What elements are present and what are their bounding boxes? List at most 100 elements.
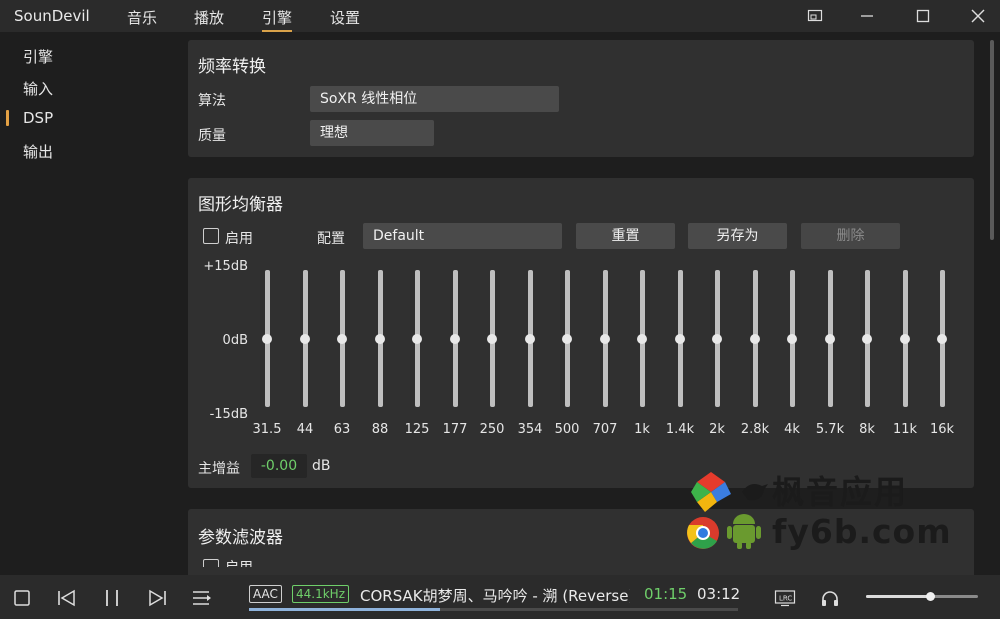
- eq-band-label: 1.4k: [665, 422, 695, 437]
- mini-mode-button[interactable]: [802, 4, 828, 28]
- preset-select[interactable]: Default: [363, 223, 562, 249]
- eq-enable-checkbox[interactable]: [203, 228, 219, 244]
- eq-band-thumb[interactable]: [900, 334, 910, 344]
- param-filter-title: 参数滤波器: [198, 528, 283, 548]
- eq-band-thumb[interactable]: [787, 334, 797, 344]
- algorithm-label: 算法: [198, 93, 226, 109]
- eq-band-label: 125: [404, 422, 430, 437]
- maximize-icon: [916, 9, 930, 23]
- minimize-button[interactable]: [854, 4, 880, 28]
- volume-thumb[interactable]: [925, 592, 935, 601]
- sidebar-item-dsp[interactable]: DSP: [23, 109, 53, 127]
- eq-band-thumb[interactable]: [675, 334, 685, 344]
- stop-button[interactable]: [11, 587, 33, 609]
- save-as-button[interactable]: 另存为: [688, 223, 787, 249]
- previous-button[interactable]: [56, 587, 78, 609]
- app-title: SounDevil: [14, 7, 90, 25]
- eq-band-label: 250: [479, 422, 505, 437]
- eq-band-thumb[interactable]: [937, 334, 947, 344]
- db-top-label: +15dB: [203, 259, 248, 274]
- master-gain-unit: dB: [312, 458, 331, 474]
- master-gain-value[interactable]: -0.00: [251, 454, 307, 478]
- progress-bar[interactable]: [249, 608, 738, 611]
- eq-band-label: 354: [517, 422, 543, 437]
- track-title: CORSAK胡梦周、马吟吟 - 溯 (Reverse): [360, 587, 630, 605]
- eq-band-label: 2.8k: [740, 422, 770, 437]
- bird-watermark-icon: [742, 484, 768, 501]
- stop-icon: [14, 590, 30, 606]
- sidebar-item-engine[interactable]: 引擎: [23, 46, 53, 67]
- delete-button[interactable]: 删除: [801, 223, 900, 249]
- menu-playback[interactable]: 播放: [194, 7, 224, 28]
- lyrics-button[interactable]: LRC: [774, 587, 796, 609]
- eq-band-thumb[interactable]: [600, 334, 610, 344]
- eq-band-label: 707: [592, 422, 618, 437]
- volume-fill: [866, 595, 930, 598]
- eq-band-label: 11k: [892, 422, 918, 437]
- sidebar-item-output[interactable]: 输出: [23, 141, 53, 162]
- total-time: 03:12: [697, 585, 741, 603]
- eq-title: 图形均衡器: [198, 195, 283, 215]
- playlist-icon: [193, 591, 211, 605]
- eq-band-label: 63: [333, 422, 351, 437]
- volume-slider[interactable]: [866, 592, 978, 601]
- eq-band-label: 177: [442, 422, 468, 437]
- eq-band-thumb[interactable]: [262, 334, 272, 344]
- preset-label: 配置: [317, 231, 345, 247]
- eq-band-thumb[interactable]: [825, 334, 835, 344]
- next-button[interactable]: [146, 587, 168, 609]
- eq-band-thumb[interactable]: [412, 334, 422, 344]
- eq-band-thumb[interactable]: [562, 334, 572, 344]
- previous-icon: [58, 589, 75, 607]
- eq-band-thumb[interactable]: [712, 334, 722, 344]
- output-device-button[interactable]: [819, 587, 841, 609]
- eq-band-thumb[interactable]: [337, 334, 347, 344]
- graphic-eq-panel: 图形均衡器 启用 配置 Default 重置 另存为 删除 +15dB 0dB …: [188, 178, 974, 488]
- eq-band-thumb[interactable]: [450, 334, 460, 344]
- resample-title: 频率转换: [198, 57, 266, 77]
- watermark-text-cn: 枫音应用: [772, 473, 909, 511]
- sidebar-item-input[interactable]: 输入: [23, 78, 53, 99]
- lyrics-icon: LRC: [774, 590, 796, 607]
- maximize-button[interactable]: [910, 4, 936, 28]
- menu-engine[interactable]: 引擎: [262, 7, 293, 32]
- eq-band-thumb[interactable]: [525, 334, 535, 344]
- menu-music[interactable]: 音乐: [127, 7, 157, 28]
- eq-band-thumb[interactable]: [862, 334, 872, 344]
- eq-band-label: 88: [371, 422, 389, 437]
- scrollbar-thumb[interactable]: [990, 40, 994, 240]
- watermark-text-domain: fy6b.com: [772, 512, 952, 551]
- pause-button[interactable]: [101, 587, 123, 609]
- android-watermark-icon: [727, 514, 761, 549]
- eq-band-label: 31.5: [252, 422, 282, 437]
- master-gain-label: 主增益: [198, 461, 240, 477]
- eq-band-thumb[interactable]: [750, 334, 760, 344]
- eq-band-thumb[interactable]: [637, 334, 647, 344]
- pause-icon: [106, 590, 118, 606]
- resample-panel: 频率转换 算法 SoXR 线性相位 质量 理想: [188, 40, 974, 157]
- eq-band-label: 8k: [859, 422, 875, 437]
- headphones-icon: [822, 591, 838, 606]
- chrome-watermark-icon: [687, 517, 719, 549]
- player-bar: AAC 44.1kHz CORSAK胡梦周、马吟吟 - 溯 (Reverse) …: [0, 575, 1000, 619]
- close-button[interactable]: [965, 4, 991, 28]
- sample-rate-badge: 44.1kHz: [292, 585, 349, 603]
- eq-band-thumb[interactable]: [487, 334, 497, 344]
- quality-select[interactable]: 理想: [310, 120, 434, 146]
- reset-button[interactable]: 重置: [576, 223, 675, 249]
- sidebar-active-indicator: [6, 110, 9, 126]
- progress-fill: [249, 608, 440, 611]
- db-mid-label: 0dB: [222, 333, 248, 348]
- eq-band-label: 5.7k: [815, 422, 845, 437]
- eq-band-thumb[interactable]: [375, 334, 385, 344]
- algorithm-select[interactable]: SoXR 线性相位: [310, 86, 559, 112]
- eq-enable-label: 启用: [225, 231, 253, 247]
- mini-mode-icon: [807, 9, 823, 22]
- eq-band-thumb[interactable]: [300, 334, 310, 344]
- param-filter-enable-checkbox[interactable]: [203, 559, 219, 567]
- sidebar: 引擎 输入 DSP 输出: [0, 32, 180, 575]
- current-time: 01:15: [644, 585, 688, 603]
- playlist-button[interactable]: [191, 587, 213, 609]
- db-bottom-label: -15dB: [209, 407, 248, 422]
- menu-settings[interactable]: 设置: [330, 7, 360, 28]
